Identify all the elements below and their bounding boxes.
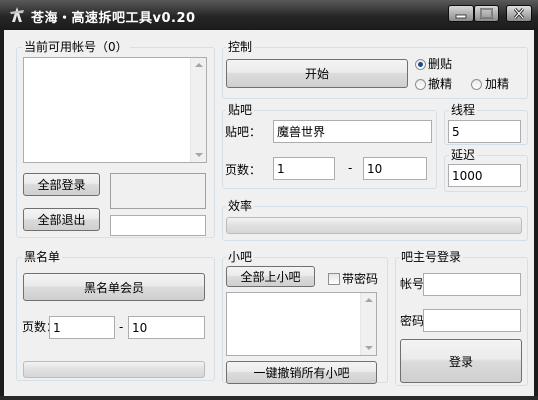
maximize-button[interactable]	[474, 5, 499, 22]
tieba-page-from-input[interactable]: 1	[273, 157, 335, 180]
tieba-group-label: 贴吧	[226, 103, 255, 117]
minimize-button[interactable]	[448, 5, 474, 22]
window-frame-bottom	[0, 396, 538, 400]
small-bars-group-label: 小吧	[226, 250, 255, 264]
mode-delete-post-radio[interactable]	[415, 59, 426, 70]
delay-input[interactable]: 1000	[448, 164, 521, 187]
owner-password-label: 密码	[400, 314, 425, 328]
threads-input[interactable]: 5	[448, 120, 521, 143]
small-bars-list[interactable]	[226, 292, 377, 356]
scroll-down-icon[interactable]	[195, 153, 203, 157]
title-bar[interactable]: 苍海・高速拆吧工具v0.20	[0, 0, 538, 30]
app-logo-icon	[10, 7, 24, 22]
scroll-up-icon[interactable]	[195, 63, 203, 67]
efficiency-progress-bar	[226, 217, 522, 234]
mode-remove-featured-radio[interactable]	[415, 79, 426, 90]
blacklist-progress-bar	[23, 361, 205, 378]
blacklist-page-from-input[interactable]: 1	[49, 316, 115, 339]
revoke-all-button[interactable]: 一键撤销所有小吧	[226, 361, 377, 384]
account-list[interactable]	[23, 57, 207, 163]
app-window: 苍海・高速拆吧工具v0.20 当前可用帐号（0） 全部登录 全部退出 控制 开始	[0, 0, 538, 400]
tieba-page-to-input[interactable]: 10	[363, 157, 427, 180]
owner-login-group-label: 吧主号登录	[399, 250, 464, 264]
owner-login-button[interactable]: 登录	[400, 339, 522, 383]
small-bars-list-scrollbar[interactable]	[360, 293, 376, 355]
tieba-name-label: 贴吧：	[225, 125, 262, 139]
login-all-button[interactable]: 全部登录	[23, 173, 100, 196]
blacklist-page-to-input[interactable]: 10	[128, 316, 205, 339]
start-button[interactable]: 开始	[226, 59, 408, 88]
control-group-label: 控制	[226, 40, 255, 54]
owner-account-input[interactable]	[423, 273, 521, 296]
scroll-up-icon[interactable]	[365, 298, 373, 302]
efficiency-group-label: 效率	[226, 199, 255, 213]
scroll-down-icon[interactable]	[365, 346, 373, 350]
all-promote-button[interactable]: 全部上小吧	[226, 266, 315, 287]
blacklist-page-separator: -	[119, 320, 124, 334]
mode-remove-featured-label[interactable]: 撤精	[428, 77, 452, 91]
close-icon	[513, 8, 525, 19]
maximize-icon	[480, 8, 493, 19]
accounts-group-label: 当前可用帐号（0）	[22, 40, 130, 54]
client-area: 当前可用帐号（0） 全部登录 全部退出 控制 开始 删贴 撤精 加精 贴吧 贴吧…	[4, 30, 534, 396]
with-password-label[interactable]: 带密码	[342, 272, 378, 286]
window-title: 苍海・高速拆吧工具v0.20	[31, 11, 196, 26]
mode-add-featured-radio[interactable]	[471, 79, 482, 90]
threads-group-label: 线程	[449, 103, 478, 117]
minimize-icon	[455, 14, 467, 19]
mode-add-featured-label[interactable]: 加精	[485, 77, 509, 91]
with-password-checkbox[interactable]	[328, 273, 340, 285]
logout-all-button[interactable]: 全部退出	[23, 208, 100, 231]
tieba-name-input[interactable]: 魔兽世界	[273, 120, 432, 143]
owner-password-input[interactable]	[423, 309, 521, 332]
blacklist-group-label: 黑名单	[22, 250, 63, 264]
tieba-pages-label: 页数：	[225, 163, 262, 177]
mode-delete-post-label[interactable]: 删贴	[428, 57, 452, 71]
owner-account-label: 帐号	[400, 277, 425, 291]
delay-group-label: 延迟	[449, 148, 478, 162]
account-list-scrollbar[interactable]	[190, 58, 206, 162]
captcha-image-box	[110, 173, 206, 209]
blacklist-members-button[interactable]: 黑名单会员	[23, 273, 205, 301]
captcha-input[interactable]	[110, 215, 206, 236]
tieba-page-separator: -	[348, 161, 353, 175]
close-button[interactable]	[506, 5, 532, 22]
